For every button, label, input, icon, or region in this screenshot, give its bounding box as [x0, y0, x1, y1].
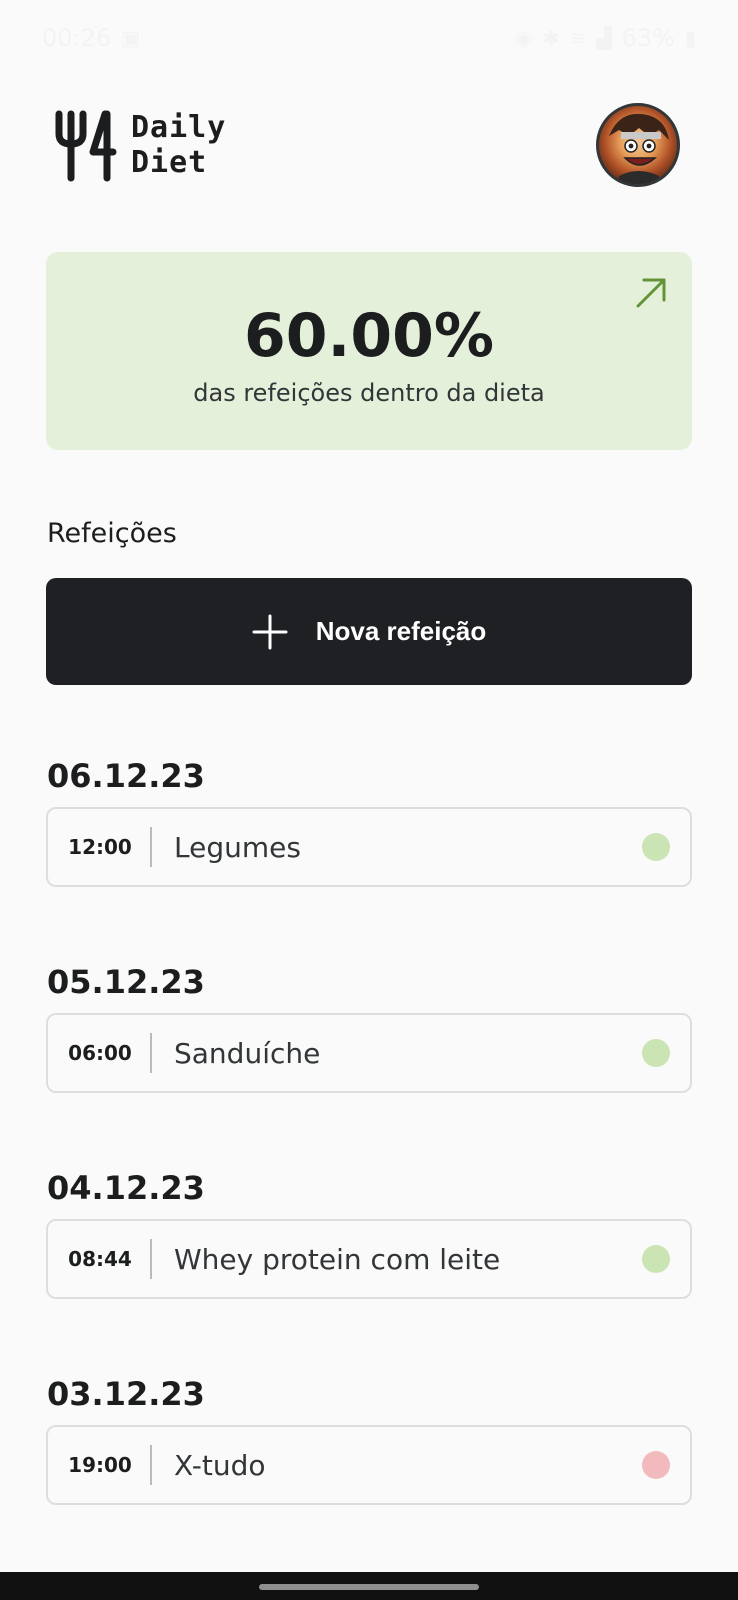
bluetooth-icon: ✱	[542, 26, 560, 50]
meal-name: Legumes	[174, 830, 301, 864]
home-gesture-handle[interactable]	[259, 1584, 479, 1590]
meal-divider	[150, 827, 152, 867]
day-group: 03.12.23 19:00 X-tudo	[46, 1371, 692, 1505]
gallery-icon: ▣	[121, 26, 141, 50]
meal-divider	[150, 1445, 152, 1485]
plus-icon	[252, 614, 288, 649]
status-time: 00:26	[42, 24, 112, 52]
meal-list-item[interactable]: 19:00 X-tudo	[46, 1425, 692, 1505]
meal-status-indicator	[642, 1039, 670, 1067]
wifi-icon: ≋	[569, 26, 587, 50]
new-meal-label: Nova refeição	[315, 616, 487, 646]
alarm-icon: ◉	[515, 26, 533, 50]
day-group: 04.12.23 08:44 Whey protein com leite	[46, 1165, 692, 1299]
meal-status-indicator	[642, 833, 670, 861]
logo-line-daily: Daily	[131, 110, 227, 145]
day-date: 05.12.23	[47, 963, 205, 1001]
meal-time: 19:00	[68, 1453, 132, 1477]
diet-percentage: 60.00%	[244, 301, 494, 371]
meal-name: Whey protein com leite	[174, 1242, 501, 1276]
diet-percentage-caption: das refeições dentro da dieta	[193, 379, 545, 407]
meal-list-item[interactable]: 06:00 Sanduíche	[46, 1013, 692, 1093]
meal-divider	[150, 1239, 152, 1279]
meal-name: X-tudo	[174, 1448, 266, 1482]
day-date: 04.12.23	[47, 1169, 205, 1207]
status-right: ◉ ✱ ≋ ▟ 63% ▮	[515, 24, 696, 52]
day-date: 06.12.23	[47, 757, 205, 795]
logo-text: Daily Diet	[131, 110, 226, 180]
meal-name: Sanduíche	[174, 1036, 321, 1070]
meal-list-item[interactable]: 08:44 Whey protein com leite	[46, 1219, 692, 1299]
signal-icon: ▟	[596, 26, 612, 50]
logo-line-diet: Diet	[131, 145, 208, 180]
day-group: 05.12.23 06:00 Sanduíche	[46, 959, 692, 1093]
arrow-up-right-icon[interactable]	[634, 276, 668, 310]
system-nav-bar	[0, 1572, 738, 1600]
meals-section-title: Refeições	[47, 518, 177, 549]
diet-stats-card[interactable]: 60.00% das refeições dentro da dieta	[46, 252, 692, 450]
status-left: 00:26 ▣	[42, 24, 140, 52]
meal-time: 06:00	[68, 1041, 132, 1065]
status-bar: 00:26 ▣ ◉ ✱ ≋ ▟ 63% ▮	[0, 0, 738, 76]
new-meal-button[interactable]: Nova refeição	[46, 578, 692, 685]
battery-level: 63%	[621, 24, 675, 52]
meal-time: 08:44	[68, 1247, 132, 1271]
meal-status-indicator	[642, 1451, 670, 1479]
header: Daily Diet	[55, 100, 680, 190]
meal-status-indicator	[642, 1245, 670, 1273]
meal-list-item[interactable]: 12:00 Legumes	[46, 807, 692, 887]
app-logo: Daily Diet	[55, 108, 226, 182]
day-date: 03.12.23	[47, 1375, 205, 1413]
day-group: 06.12.23 12:00 Legumes	[46, 753, 692, 887]
fork-knife-icon	[55, 110, 117, 182]
avatar[interactable]	[596, 103, 680, 187]
meal-time: 12:00	[68, 835, 132, 859]
avatar-face-icon	[609, 113, 669, 184]
battery-icon: ▮	[684, 26, 696, 50]
meal-divider	[150, 1033, 152, 1073]
